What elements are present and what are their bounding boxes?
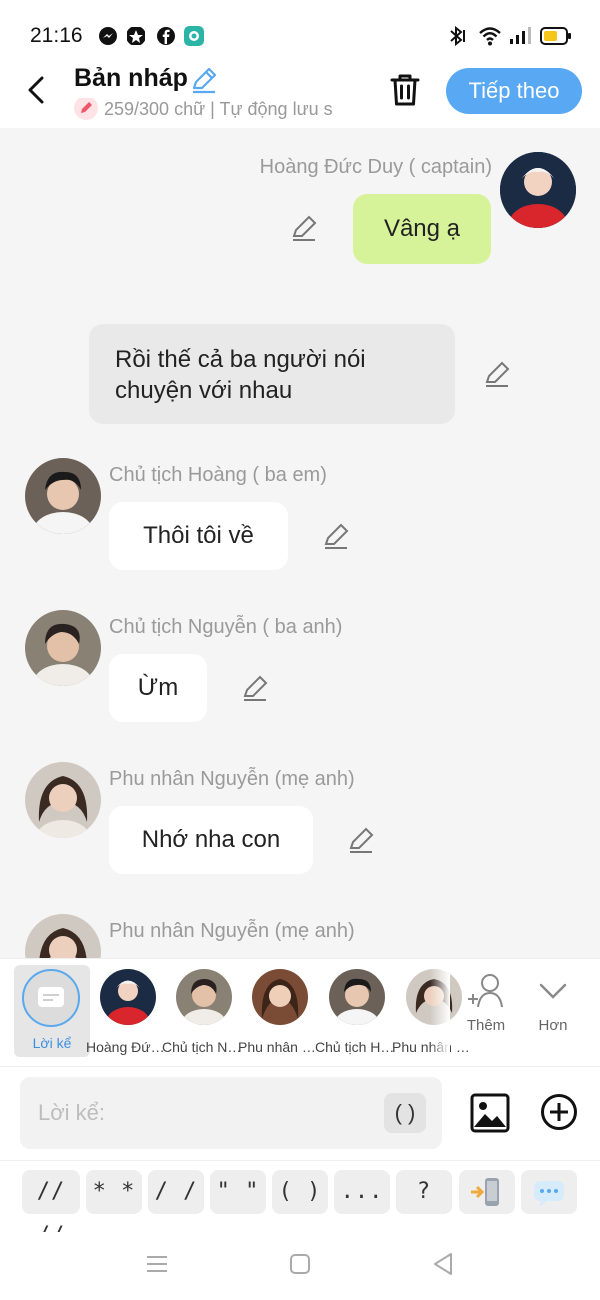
system-nav-bar — [0, 1232, 600, 1300]
narration-bubble[interactable]: Rồi thế cả ba người nói chuyện với nhau — [89, 324, 455, 424]
avatar — [329, 969, 385, 1025]
edit-title-pencil-icon[interactable] — [190, 66, 218, 94]
home-icon[interactable] — [288, 1252, 312, 1276]
image-icon[interactable] — [470, 1093, 510, 1133]
symbol-button[interactable]: // // — [22, 1170, 80, 1248]
avatar — [100, 969, 156, 1025]
symbol-button[interactable]: / / — [148, 1170, 204, 1214]
avatar[interactable] — [25, 762, 101, 838]
add-character-button[interactable]: Thêm — [458, 971, 514, 1034]
add-person-icon — [468, 974, 503, 1008]
app2-icon — [184, 26, 204, 46]
avatar[interactable] — [25, 610, 101, 686]
pencil-badge-icon — [74, 98, 98, 120]
add-icon[interactable] — [540, 1093, 578, 1131]
bluetooth-icon — [450, 25, 465, 47]
chevron-down-icon — [539, 983, 567, 999]
edit-message-pencil-icon[interactable] — [347, 826, 375, 854]
wifi-icon — [479, 27, 501, 46]
phone-arrow-icon — [471, 1178, 499, 1206]
message-bubble[interactable]: Ừm — [109, 654, 207, 722]
status-bar: 21:16 — [0, 0, 600, 60]
avatar[interactable] — [25, 914, 101, 958]
parentheses-button[interactable]: ( ) — [384, 1093, 426, 1133]
chat-bubble-icon — [534, 1181, 564, 1207]
quick-symbol-bar: // // * * / / " " ( ) ... ? — [0, 1160, 600, 1248]
character-option[interactable]: Hoàng Đức Duy ( captain) — [86, 967, 170, 1063]
input-bar: ( ) — [0, 1066, 600, 1160]
symbol-button[interactable]: ... — [334, 1170, 390, 1214]
symbol-button[interactable]: ? — [396, 1170, 452, 1214]
message-bubble[interactable]: Nhớ nha con — [109, 806, 313, 874]
character-label: Lời kể — [32, 1035, 72, 1051]
app-icon — [127, 27, 145, 45]
avatar-chairman-hoang — [25, 458, 101, 534]
avatar — [176, 969, 232, 1025]
trash-icon[interactable] — [388, 72, 422, 108]
recents-menu-icon[interactable] — [144, 1252, 170, 1276]
character-option[interactable]: Phu nhân Nguyễn (mẹ anh) — [238, 967, 322, 1063]
back-arrow-icon[interactable] — [22, 72, 52, 108]
app-header: Bản nháp 259/300 chữ | Tự động lưu s Tiế… — [0, 60, 600, 128]
chat-bubble-button[interactable] — [521, 1170, 577, 1214]
sender-name: Chủ tịch Hoàng ( ba em) — [109, 464, 327, 486]
back-triangle-icon[interactable] — [430, 1250, 456, 1278]
scroll-fade — [430, 959, 450, 1059]
sender-name: Phu nhân Nguyễn (mẹ anh) — [109, 920, 355, 942]
symbol-button[interactable]: " " — [210, 1170, 266, 1214]
avatar-chairman-nguyen — [25, 610, 101, 686]
signal-icon — [510, 27, 531, 44]
avatar — [252, 969, 308, 1025]
more-label: Hơn — [538, 1017, 568, 1034]
messenger-icon — [99, 27, 117, 45]
next-button[interactable]: Tiếp theo — [446, 68, 582, 114]
character-selector: Lời kể Hoàng Đức Duy ( captain) Chủ tịch… — [0, 958, 600, 1066]
avatar[interactable] — [500, 152, 576, 228]
message-bubble[interactable]: Vâng ạ — [353, 194, 491, 264]
edit-message-pencil-icon[interactable] — [322, 522, 350, 550]
symbol-button[interactable]: ( ) — [272, 1170, 328, 1214]
character-label: Hoàng Đức Duy ( captain) — [86, 1039, 170, 1055]
character-label: Chủ tịch Hoàng ( ba em) — [315, 1039, 399, 1055]
message-bubble[interactable]: Thôi tôi về — [109, 502, 288, 570]
character-option[interactable]: Chủ tịch Nguyễn ( ba anh) — [162, 967, 246, 1063]
character-option[interactable]: Chủ tịch Hoàng ( ba em) — [315, 967, 399, 1063]
sender-name: Hoàng Đức Duy ( captain) — [259, 156, 492, 178]
more-button[interactable]: Hơn — [525, 971, 581, 1034]
edit-message-pencil-icon[interactable] — [290, 214, 318, 242]
sender-name: Phu nhân Nguyễn (mẹ anh) — [109, 768, 355, 790]
character-label: Chủ tịch Nguyễn ( ba anh) — [162, 1039, 246, 1055]
edit-message-pencil-icon[interactable] — [241, 674, 269, 702]
symbol-button[interactable]: * * — [86, 1170, 142, 1214]
battery-icon — [540, 27, 571, 45]
chat-area[interactable]: Hoàng Đức Duy ( captain) Vâng ạ Rồi thế … — [0, 128, 600, 958]
message-input[interactable] — [20, 1077, 442, 1149]
narration-line: chuyện với nhau — [115, 377, 293, 404]
narration-line: Rồi thế cả ba người nói — [115, 346, 366, 373]
facebook-icon — [157, 27, 175, 45]
avatar[interactable] — [25, 458, 101, 534]
clock: 21:16 — [30, 24, 83, 47]
phone-arrow-button[interactable] — [459, 1170, 515, 1214]
sender-name: Chủ tịch Nguyễn ( ba anh) — [109, 616, 343, 638]
word-count-status: 259/300 chữ | Tự động lưu s — [74, 98, 360, 124]
avatar-madam-nguyen — [25, 914, 101, 958]
avatar-madam-nguyen — [25, 762, 101, 838]
avatar-captain — [500, 152, 576, 228]
word-count-text: 259/300 chữ | Tự động lưu s — [104, 98, 333, 119]
character-label: Phu nhân Nguyễn (mẹ anh) — [238, 1039, 322, 1055]
edit-message-pencil-icon[interactable] — [483, 360, 511, 388]
speech-bubble-icon — [38, 987, 64, 1007]
add-label: Thêm — [466, 1017, 506, 1034]
narration-character[interactable] — [22, 969, 80, 1027]
page-title: Bản nháp — [74, 64, 188, 92]
